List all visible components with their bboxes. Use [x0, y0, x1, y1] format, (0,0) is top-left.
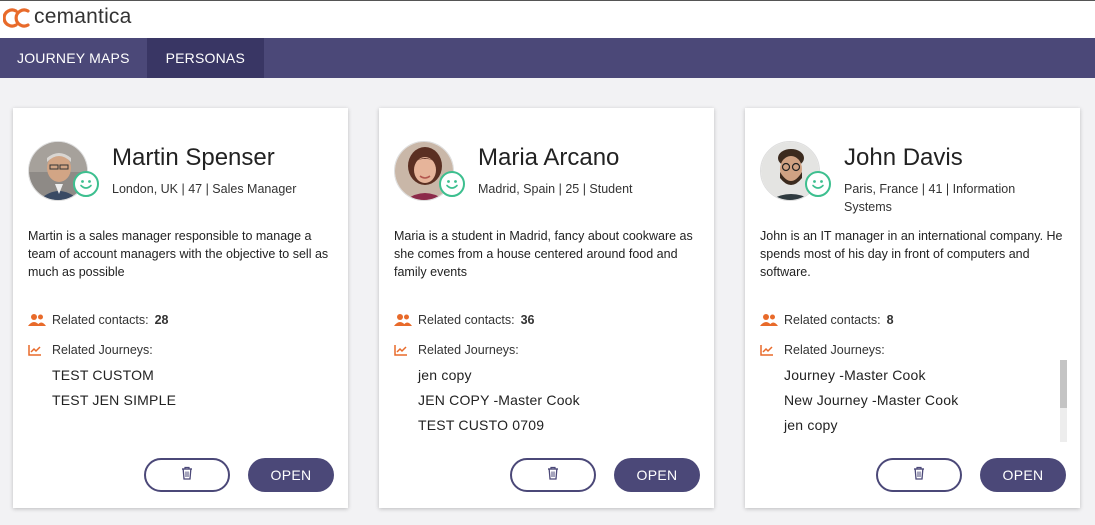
- smile-icon: [73, 171, 99, 197]
- journey-link[interactable]: Journey -Master Cook: [784, 365, 958, 390]
- main-nav: JOURNEY MAPS PERSONAS: [0, 38, 1095, 78]
- related-journeys: Related Journeys:: [394, 343, 519, 357]
- related-journeys-label: Related Journeys:: [418, 343, 519, 357]
- persona-meta: Madrid, Spain | 25 | Student: [478, 182, 633, 196]
- related-contacts: Related contacts: 28: [28, 313, 169, 327]
- line-chart-icon: [394, 343, 412, 357]
- related-journeys: Related Journeys:: [28, 343, 153, 357]
- related-contacts-label: Related contacts:: [784, 313, 881, 327]
- people-icon: [28, 313, 46, 327]
- brand-logo[interactable]: cemantica: [2, 5, 132, 29]
- journey-list: TEST CUSTOM TEST JEN SIMPLE: [52, 365, 176, 415]
- open-button[interactable]: OPEN: [980, 458, 1066, 492]
- journey-link[interactable]: TEST JEN SIMPLE: [52, 390, 176, 415]
- journey-link[interactable]: jen copy: [784, 415, 958, 440]
- journey-link[interactable]: New Journey -Master Cook: [784, 390, 958, 415]
- persona-meta: Paris, France | 41 | Information Systems: [844, 182, 1016, 214]
- persona-description: John is an IT manager in an internationa…: [760, 229, 1063, 279]
- trash-icon: [547, 466, 559, 485]
- related-contacts-count: 36: [520, 313, 535, 327]
- related-contacts-label: Related contacts:: [418, 313, 515, 327]
- persona-name: Maria Arcano: [478, 144, 620, 171]
- delete-button[interactable]: [510, 458, 596, 492]
- persona-card: Martin Spenser London, UK | 47 | Sales M…: [13, 108, 348, 508]
- smile-icon: [805, 171, 831, 197]
- open-button[interactable]: OPEN: [248, 458, 334, 492]
- trash-icon: [181, 466, 193, 485]
- cemantica-logo-icon: [2, 7, 33, 29]
- persona-name: John Davis: [844, 144, 963, 171]
- line-chart-icon: [760, 343, 778, 357]
- people-icon: [760, 313, 778, 327]
- people-icon: [394, 313, 412, 327]
- avatar: [28, 141, 99, 211]
- related-journeys-label: Related Journeys:: [784, 343, 885, 357]
- brand-name: cemantica: [34, 5, 132, 28]
- related-contacts-label: Related contacts:: [52, 313, 149, 327]
- tab-personas[interactable]: PERSONAS: [146, 38, 265, 78]
- top-bar: cemantica: [0, 0, 1095, 38]
- related-contacts-count: 8: [886, 313, 894, 327]
- journey-list-scrollbar[interactable]: [1060, 360, 1067, 442]
- tab-journey-maps[interactable]: JOURNEY MAPS: [0, 38, 147, 78]
- related-contacts: Related contacts: 8: [760, 313, 894, 327]
- delete-button[interactable]: [144, 458, 230, 492]
- related-contacts-count: 28: [154, 313, 169, 327]
- journey-list: Journey -Master Cook New Journey -Master…: [784, 365, 958, 440]
- persona-description: Martin is a sales manager responsible to…: [28, 229, 329, 279]
- persona-description: Maria is a student in Madrid, fancy abou…: [394, 229, 693, 279]
- related-journeys: Related Journeys:: [760, 343, 885, 357]
- persona-card: Maria Arcano Madrid, Spain | 25 | Studen…: [379, 108, 714, 508]
- journey-link[interactable]: JEN COPY -Master Cook: [418, 390, 580, 415]
- avatar: [394, 141, 465, 211]
- journey-link[interactable]: TEST CUSTO 0709: [418, 415, 580, 440]
- persona-name: Martin Spenser: [112, 144, 275, 171]
- trash-icon: [913, 466, 925, 485]
- persona-card: John Davis Paris, France | 41 | Informat…: [745, 108, 1080, 508]
- journey-link[interactable]: jen copy: [418, 365, 580, 390]
- journey-list: jen copy JEN COPY -Master Cook TEST CUST…: [418, 365, 580, 440]
- related-contacts: Related contacts: 36: [394, 313, 535, 327]
- delete-button[interactable]: [876, 458, 962, 492]
- persona-meta: London, UK | 47 | Sales Manager: [112, 182, 297, 196]
- scrollbar-thumb[interactable]: [1060, 360, 1067, 408]
- related-journeys-label: Related Journeys:: [52, 343, 153, 357]
- line-chart-icon: [28, 343, 46, 357]
- smile-icon: [439, 171, 465, 197]
- avatar: [760, 141, 831, 211]
- journey-link[interactable]: TEST CUSTOM: [52, 365, 176, 390]
- open-button[interactable]: OPEN: [614, 458, 700, 492]
